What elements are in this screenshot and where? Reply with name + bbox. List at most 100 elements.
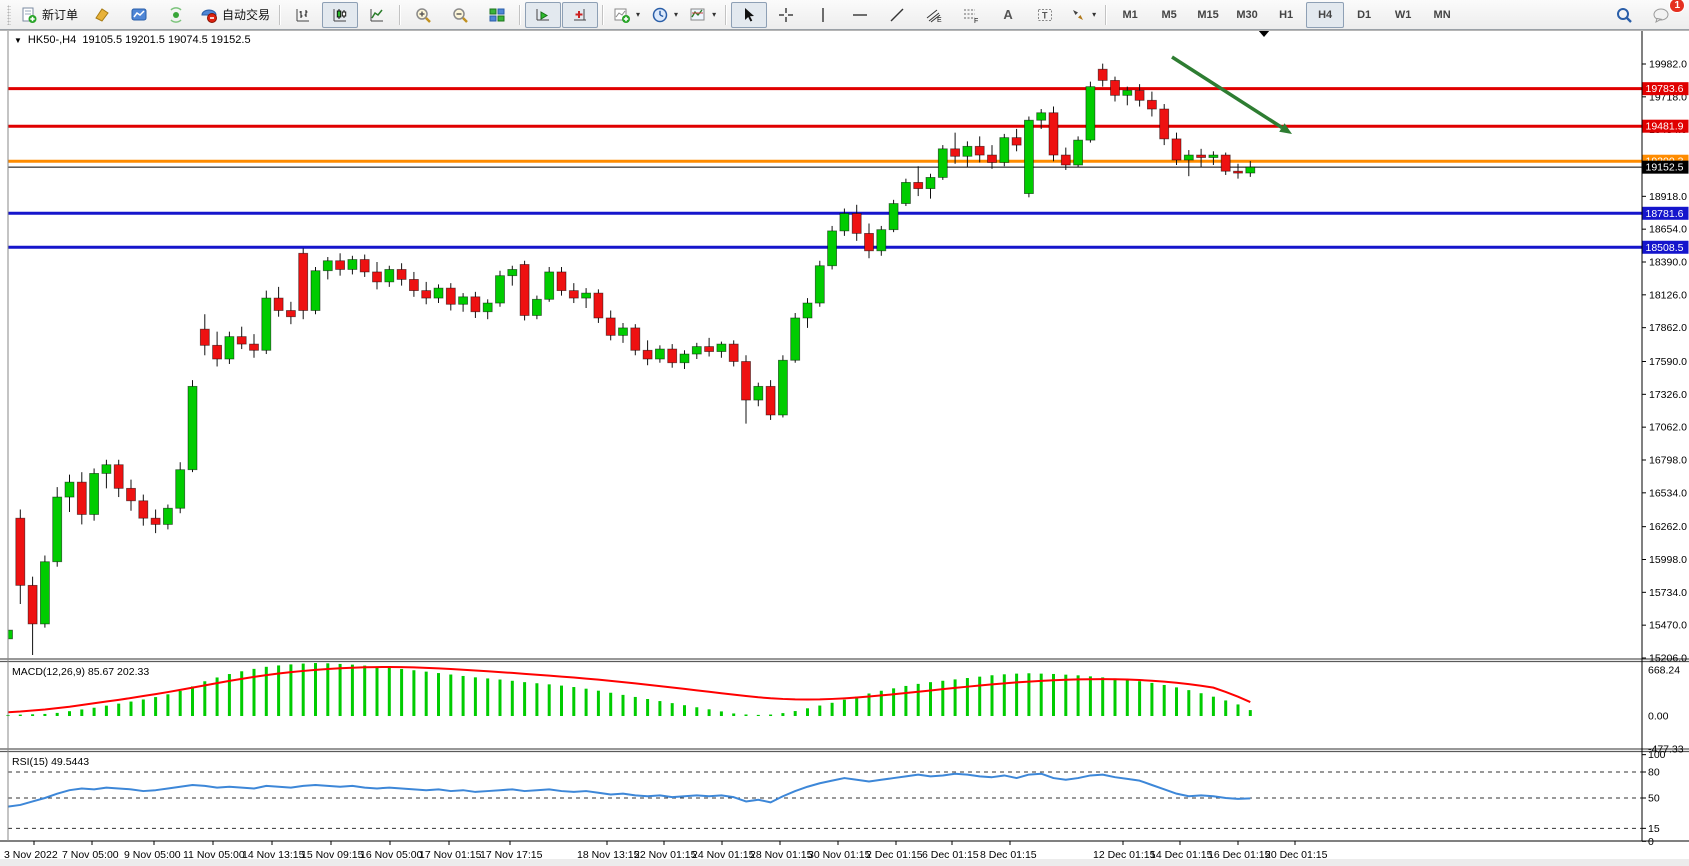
periods-icon [651, 6, 669, 24]
macd-histogram-bar [953, 679, 957, 716]
bear-candle [236, 336, 247, 345]
autotrading-icon [200, 6, 218, 24]
bear-candle [470, 296, 481, 313]
macd-histogram-bar [633, 696, 637, 716]
bear-candle [335, 260, 346, 270]
macd-histogram-bar [1027, 673, 1031, 716]
cursor-tool-button[interactable] [731, 1, 768, 28]
macd-histogram-bar [1015, 673, 1019, 716]
macd-histogram-bar [965, 678, 969, 716]
price-tick-label: 17062.0 [1649, 422, 1687, 434]
bear-candle [1196, 154, 1206, 158]
macd-histogram-bar [55, 712, 59, 716]
macd-histogram-bar [473, 677, 477, 716]
candlestick-chart-button[interactable] [322, 1, 359, 28]
zoom-out-button[interactable] [442, 2, 478, 28]
chart-canvas[interactable]: MACD(12,26,9) 85.67 202.33 RSI(15) 49.544… [0, 30, 1689, 866]
styler-button[interactable] [84, 2, 120, 28]
macd-histogram-bar [596, 690, 600, 716]
macd-histogram-bar [437, 673, 440, 716]
bear-candle [76, 481, 87, 515]
window-bottom-strip [0, 859, 1689, 866]
text-label-tool-button[interactable]: T [1027, 2, 1063, 28]
timeframe-d1-button[interactable]: D1 [1345, 2, 1383, 28]
zoom-in-button[interactable] [405, 2, 441, 28]
notifications-button[interactable]: 1 [1643, 0, 1685, 28]
bull-candle [679, 353, 690, 364]
macd-histogram-bar [916, 683, 920, 716]
bull-candle [495, 275, 505, 304]
bull-candle [1208, 154, 1219, 158]
bear-candle [630, 327, 641, 351]
bear-candle [15, 517, 26, 586]
trendline-tool-button[interactable] [879, 2, 915, 28]
horizontal-line-tool-button[interactable] [842, 2, 878, 28]
templates-button[interactable]: ▾ [684, 2, 721, 28]
channel-tool-button[interactable]: E [916, 2, 952, 28]
vertical-line-tool-button[interactable] [805, 2, 841, 28]
bear-candle [728, 343, 739, 362]
chart-window[interactable]: ▼ HK50-,H4 19105.5 19201.5 19074.5 19152.… [0, 30, 1689, 866]
arrows-tool-button[interactable]: ▾ [1064, 2, 1101, 28]
periods-button[interactable]: ▾ [646, 2, 683, 28]
terminal-button[interactable] [121, 2, 157, 28]
price-tick-label: 16262.0 [1649, 521, 1687, 533]
chart-dropdown-icon[interactable]: ▼ [14, 36, 22, 45]
text-tool-button[interactable]: A [990, 2, 1026, 28]
bull-candle [175, 469, 186, 509]
bull-candle [827, 230, 837, 267]
bear-candle [987, 154, 997, 163]
macd-histogram-bar [1224, 700, 1228, 716]
timeframe-m30-button[interactable]: M30 [1228, 2, 1266, 28]
tile-windows-button[interactable] [479, 2, 515, 28]
toolbar-grip[interactable] [7, 4, 11, 25]
indicators-button[interactable]: ▾ [608, 2, 645, 28]
timeframe-mn-button[interactable]: MN [1423, 2, 1461, 28]
search-button[interactable] [1606, 2, 1642, 28]
timeframe-m5-button[interactable]: M5 [1150, 2, 1188, 28]
macd-histogram-bar [744, 714, 748, 716]
macd-histogram-bar [990, 675, 994, 716]
bar-chart-button[interactable] [285, 2, 321, 28]
bear-candle [273, 297, 284, 311]
macd-histogram-bar [1113, 678, 1117, 716]
zoom-in-icon [414, 6, 432, 24]
chart-shift-button[interactable] [562, 1, 599, 28]
bull-candle [962, 145, 973, 157]
bear-candle [1159, 108, 1170, 140]
signals-button[interactable] [158, 2, 194, 28]
timeframe-h1-button[interactable]: H1 [1267, 2, 1305, 28]
macd-histogram-bar [1248, 710, 1252, 716]
timeframe-h4-button[interactable]: H4 [1306, 1, 1345, 28]
timeframe-w1-button[interactable]: W1 [1384, 2, 1422, 28]
auto-scroll-button[interactable] [525, 1, 562, 28]
price-tick-label: 19982.0 [1649, 59, 1687, 71]
fibonacci-tool-button[interactable]: F [953, 2, 989, 28]
search-icon [1615, 6, 1633, 24]
crosshair-tool-button[interactable] [768, 2, 804, 28]
timeframe-m15-button[interactable]: M15 [1189, 2, 1227, 28]
bear-candle [519, 264, 530, 316]
bull-candle [89, 473, 99, 515]
macd-histogram-bar [449, 674, 453, 716]
bear-candle [605, 317, 616, 336]
bear-candle [113, 464, 124, 489]
new-order-label: 新订单 [42, 8, 79, 22]
bear-candle [212, 344, 223, 360]
bull-candle [1036, 112, 1047, 121]
bear-candle [1220, 154, 1231, 172]
line-chart-button[interactable] [359, 2, 395, 28]
bear-candle [667, 348, 678, 364]
autotrading-button[interactable]: 自动交易 [195, 2, 275, 28]
macd-histogram-bar [166, 694, 170, 716]
timeframe-m1-button[interactable]: M1 [1111, 2, 1149, 28]
price-tick-label: 18918.0 [1649, 191, 1687, 203]
macd-histogram-bar [978, 676, 982, 716]
macd-histogram-bar [1076, 675, 1080, 716]
macd-histogram-bar [326, 663, 330, 716]
macd-histogram-bar [80, 709, 84, 716]
bear-candle [1171, 138, 1182, 161]
price-badge-label: 19783.6 [1646, 83, 1684, 95]
toolbar-separator [1105, 4, 1108, 25]
new-order-button[interactable]: 新订单 [15, 2, 83, 28]
